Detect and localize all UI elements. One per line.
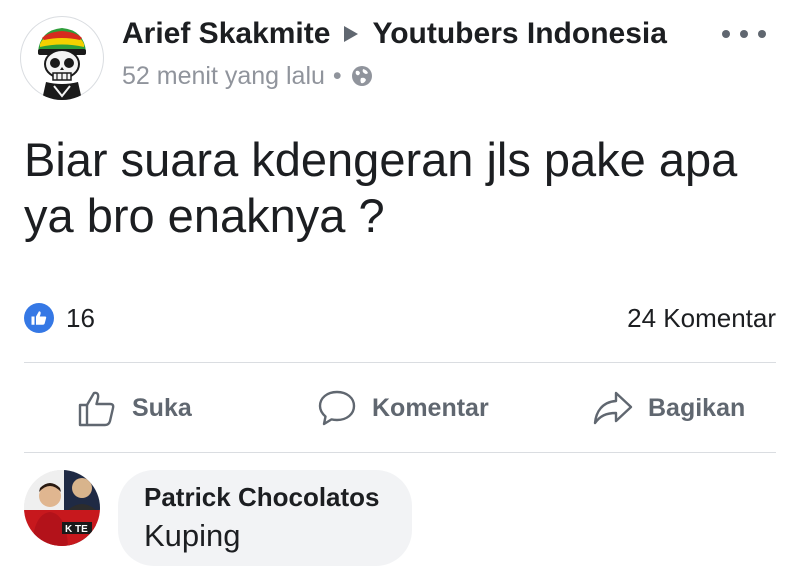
share-icon bbox=[593, 391, 633, 425]
share-button-label: Bagikan bbox=[648, 393, 746, 422]
facebook-group-post: Arief Skakmite Youtubers Indonesia 52 me… bbox=[0, 0, 800, 576]
post-timestamp[interactable]: 52 menit yang lalu bbox=[122, 62, 325, 91]
like-button-label: Suka bbox=[132, 393, 192, 422]
commenter-avatar[interactable]: K TE bbox=[24, 470, 100, 546]
reaction-summary[interactable]: 16 bbox=[24, 302, 95, 334]
comment-icon bbox=[318, 390, 356, 426]
more-dot bbox=[740, 30, 748, 38]
share-button[interactable]: Bagikan bbox=[592, 380, 745, 436]
thumbs-up-icon bbox=[78, 391, 115, 427]
separator-dot: • bbox=[332, 61, 342, 90]
comment-author[interactable]: Patrick Chocolatos bbox=[144, 482, 380, 513]
globe-icon bbox=[351, 66, 372, 86]
more-dot bbox=[722, 30, 730, 38]
post-meta: 52 menit yang lalu • bbox=[122, 58, 374, 94]
thumbs-up-glyph bbox=[31, 311, 47, 325]
more-dot bbox=[758, 30, 766, 38]
group-name[interactable]: Youtubers Indonesia bbox=[372, 17, 666, 51]
comment-bubble: Patrick Chocolatos Kuping bbox=[118, 470, 412, 566]
post-text: Biar suara kdengeran jls pake apa ya bro… bbox=[24, 133, 738, 242]
skull-avatar-image bbox=[22, 18, 102, 100]
divider bbox=[24, 452, 776, 453]
author-avatar[interactable] bbox=[20, 16, 104, 100]
like-icon bbox=[24, 303, 54, 333]
comment-button[interactable]: Komentar bbox=[316, 380, 489, 436]
reaction-count: 16 bbox=[66, 302, 95, 333]
like-button[interactable]: Suka bbox=[76, 380, 192, 436]
svg-text:K TE: K TE bbox=[65, 524, 88, 535]
more-options-icon[interactable] bbox=[722, 24, 766, 44]
post-header-line: Arief Skakmite Youtubers Indonesia bbox=[122, 14, 667, 54]
divider bbox=[24, 362, 776, 363]
commenter-photo: K TE bbox=[24, 470, 100, 546]
comment-button-label: Komentar bbox=[372, 393, 489, 422]
action-bar: Suka Komentar Bagikan bbox=[0, 380, 800, 436]
comment-text: Kuping bbox=[144, 518, 241, 553]
author-name[interactable]: Arief Skakmite bbox=[122, 17, 330, 51]
comment-count-link[interactable]: 24 Komentar bbox=[627, 302, 776, 334]
triangle-right-icon bbox=[344, 26, 359, 42]
